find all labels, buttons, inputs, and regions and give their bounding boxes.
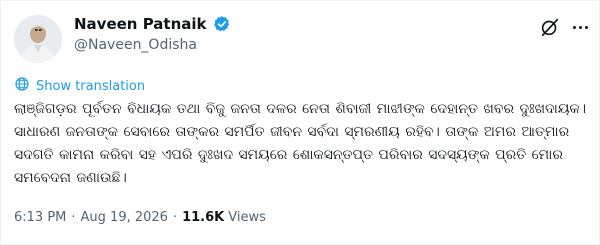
post-card: Naveen Patnaik @Naveen_Odisha Show trans…	[0, 0, 600, 245]
translate-globe-icon	[14, 76, 30, 96]
meta-separator: ·	[71, 210, 76, 225]
author-name[interactable]: Naveen Patnaik	[74, 15, 207, 33]
avatar[interactable]	[14, 15, 62, 63]
author-name-row: Naveen Patnaik	[74, 15, 231, 33]
views-count: 11.6K	[182, 210, 225, 225]
post-meta: 6:13 PM · Aug 19, 2026 · 11.6K Views	[14, 210, 266, 225]
avatar-photo-icon	[14, 15, 62, 63]
verified-badge-icon	[213, 15, 231, 33]
grok-icon[interactable]	[539, 16, 561, 38]
views-label: Views	[228, 210, 266, 225]
show-translation-label: Show translation	[36, 78, 146, 94]
post-time[interactable]: 6:13 PM	[14, 210, 66, 225]
more-options-icon[interactable]	[569, 17, 591, 37]
meta-separator: ·	[172, 210, 178, 225]
post-date[interactable]: Aug 19, 2026	[81, 210, 168, 225]
show-translation-link[interactable]: Show translation	[14, 76, 145, 96]
author-handle[interactable]: @Naveen_Odisha	[74, 37, 197, 53]
post-text: ଲାଞ୍ଜିଗଡ଼ର ପୂର୍ବତନ ବିଧାୟକ ତଥା ବିଜୁ ଜନତା …	[14, 101, 587, 186]
